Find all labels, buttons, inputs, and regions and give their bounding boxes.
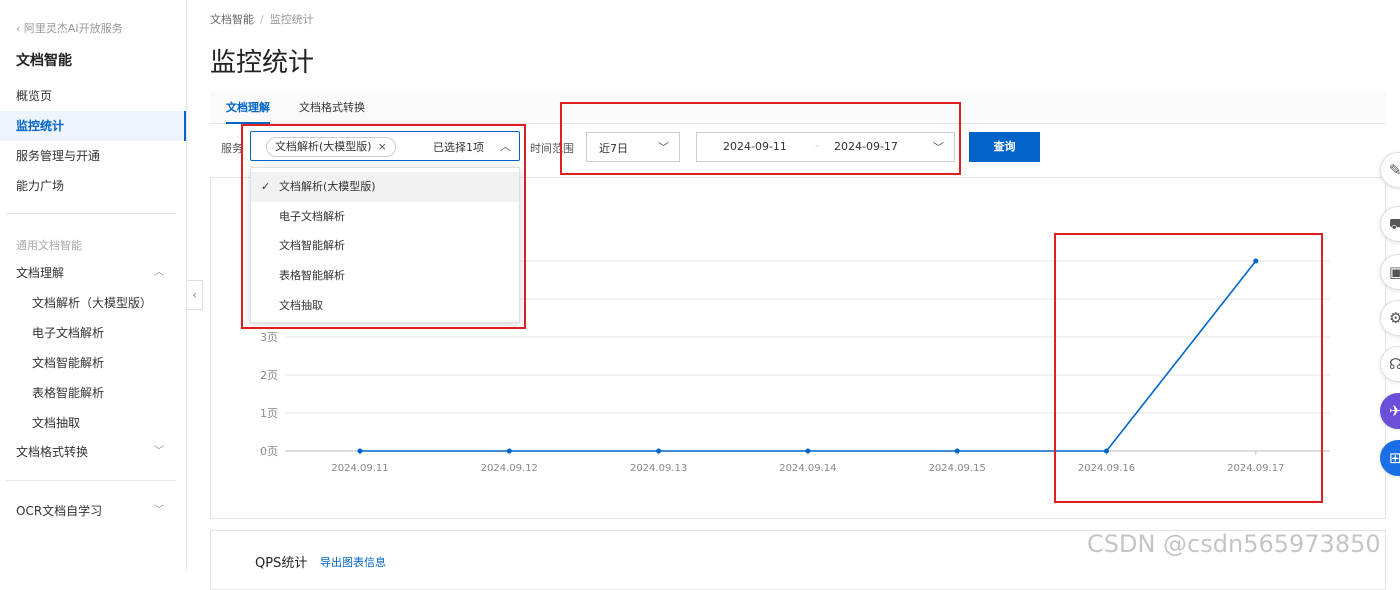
date-end: 2024-09-17	[834, 140, 898, 153]
service-option-label: 文档解析(大模型版)	[279, 180, 376, 193]
back-link[interactable]: ‹ 阿里灵杰AI开放服务	[16, 20, 123, 36]
time-range-label: 时间范围	[530, 142, 574, 155]
service-filter-label: 服务	[221, 142, 243, 155]
sidebar-divider	[6, 213, 176, 214]
breadcrumb-separator: /	[260, 13, 264, 26]
sidebar-item-label: OCR文档自学习	[16, 504, 103, 518]
service-option-label: 表格智能解析	[279, 269, 345, 282]
qps-title: QPS统计	[255, 556, 308, 571]
range-select[interactable]: 近7日 ﹀	[586, 132, 680, 162]
service-option[interactable]: ✓ 文档解析(大模型版)	[251, 172, 519, 202]
sidebar-divider	[6, 480, 176, 481]
sidebar-item-doc-parse-llm[interactable]: 文档解析（大模型版）	[0, 288, 186, 318]
sidebar-collapse-button[interactable]: ‹	[187, 280, 203, 310]
chevron-up-icon: ︿	[154, 267, 164, 278]
sidebar-item-understanding[interactable]: 文档理解 ︿	[0, 258, 186, 288]
sidebar-item-capability-plaza[interactable]: 能力广场	[0, 171, 186, 201]
chevron-down-icon: ﹀	[154, 446, 164, 457]
breadcrumb-current: 监控统计	[269, 13, 314, 26]
tab-bar: 文档理解 文档格式转换	[210, 92, 1386, 124]
selected-count: 已选择1项	[433, 141, 484, 154]
chevron-down-icon: ﹀	[154, 505, 164, 516]
watermark: CSDN @csdn565973850	[1087, 530, 1381, 558]
breadcrumb-root[interactable]: 文档智能	[210, 13, 254, 26]
export-chart-link[interactable]: 导出图表信息	[320, 554, 386, 570]
chevron-left-icon: ‹	[192, 288, 197, 302]
service-option[interactable]: 表格智能解析	[251, 261, 519, 291]
service-option-label: 文档抽取	[279, 299, 323, 312]
date-start: 2024-09-11	[723, 140, 787, 153]
service-multi-select[interactable]: 文档解析(大模型版) × 已选择1项 ︿	[250, 131, 520, 161]
chevron-left-icon: ‹	[16, 22, 21, 35]
service-option[interactable]: 文档抽取	[251, 291, 519, 321]
sidebar-item-table-smart-parse[interactable]: 表格智能解析	[0, 378, 186, 408]
sidebar-item-label: 文档格式转换	[16, 445, 89, 459]
page-title: 监控统计	[210, 48, 315, 78]
back-link-label: 阿里灵杰AI开放服务	[23, 22, 123, 35]
check-icon: ✓	[261, 180, 271, 193]
product-title: 文档智能	[16, 53, 72, 69]
service-dropdown-menu: ✓ 文档解析(大模型版) 电子文档解析 文档智能解析 表格智能解析 文档抽取	[250, 167, 520, 323]
sidebar-item-doc-smart-parse[interactable]: 文档智能解析	[0, 348, 186, 378]
chevron-down-icon: ﹀	[658, 141, 669, 154]
query-button[interactable]: 查询	[969, 132, 1040, 162]
sidebar-item-label: 文档理解	[16, 266, 65, 280]
date-separator: -	[815, 139, 819, 152]
close-icon[interactable]: ×	[378, 140, 387, 153]
service-option[interactable]: 文档智能解析	[251, 231, 519, 261]
breadcrumb: 文档智能 / 监控统计	[210, 11, 314, 27]
selected-service-tag-label: 文档解析(大模型版)	[275, 140, 372, 153]
sidebar-item-overview[interactable]: 概览页	[0, 81, 186, 111]
chevron-down-icon: ﹀	[933, 141, 944, 154]
sidebar-group-label: 通用文档智能	[16, 239, 82, 252]
sidebar-item-ocr-learning[interactable]: OCR文档自学习 ﹀	[0, 496, 186, 526]
service-option-label: 电子文档解析	[279, 210, 345, 223]
chevron-up-icon: ︿	[500, 140, 511, 153]
sidebar-item-monitoring[interactable]: 监控统计	[0, 111, 186, 141]
sidebar: ‹ 阿里灵杰AI开放服务 文档智能 概览页 监控统计 服务管理与开通 能力广场 …	[0, 0, 187, 571]
sidebar-item-format-convert[interactable]: 文档格式转换 ﹀	[0, 437, 186, 467]
sidebar-item-service-management[interactable]: 服务管理与开通	[0, 141, 186, 171]
sidebar-item-doc-extract[interactable]: 文档抽取	[0, 408, 186, 438]
tab-doc-format-convert[interactable]: 文档格式转换	[299, 92, 365, 124]
service-option-label: 文档智能解析	[279, 239, 345, 252]
range-select-value: 近7日	[599, 142, 628, 155]
date-range-picker[interactable]: 2024-09-11 - 2024-09-17 ﹀	[696, 132, 955, 162]
tab-doc-understanding[interactable]: 文档理解	[226, 92, 270, 124]
sidebar-item-electronic-doc-parse[interactable]: 电子文档解析	[0, 318, 186, 348]
service-option[interactable]: 电子文档解析	[251, 202, 519, 232]
selected-service-tag[interactable]: 文档解析(大模型版) ×	[266, 137, 396, 157]
